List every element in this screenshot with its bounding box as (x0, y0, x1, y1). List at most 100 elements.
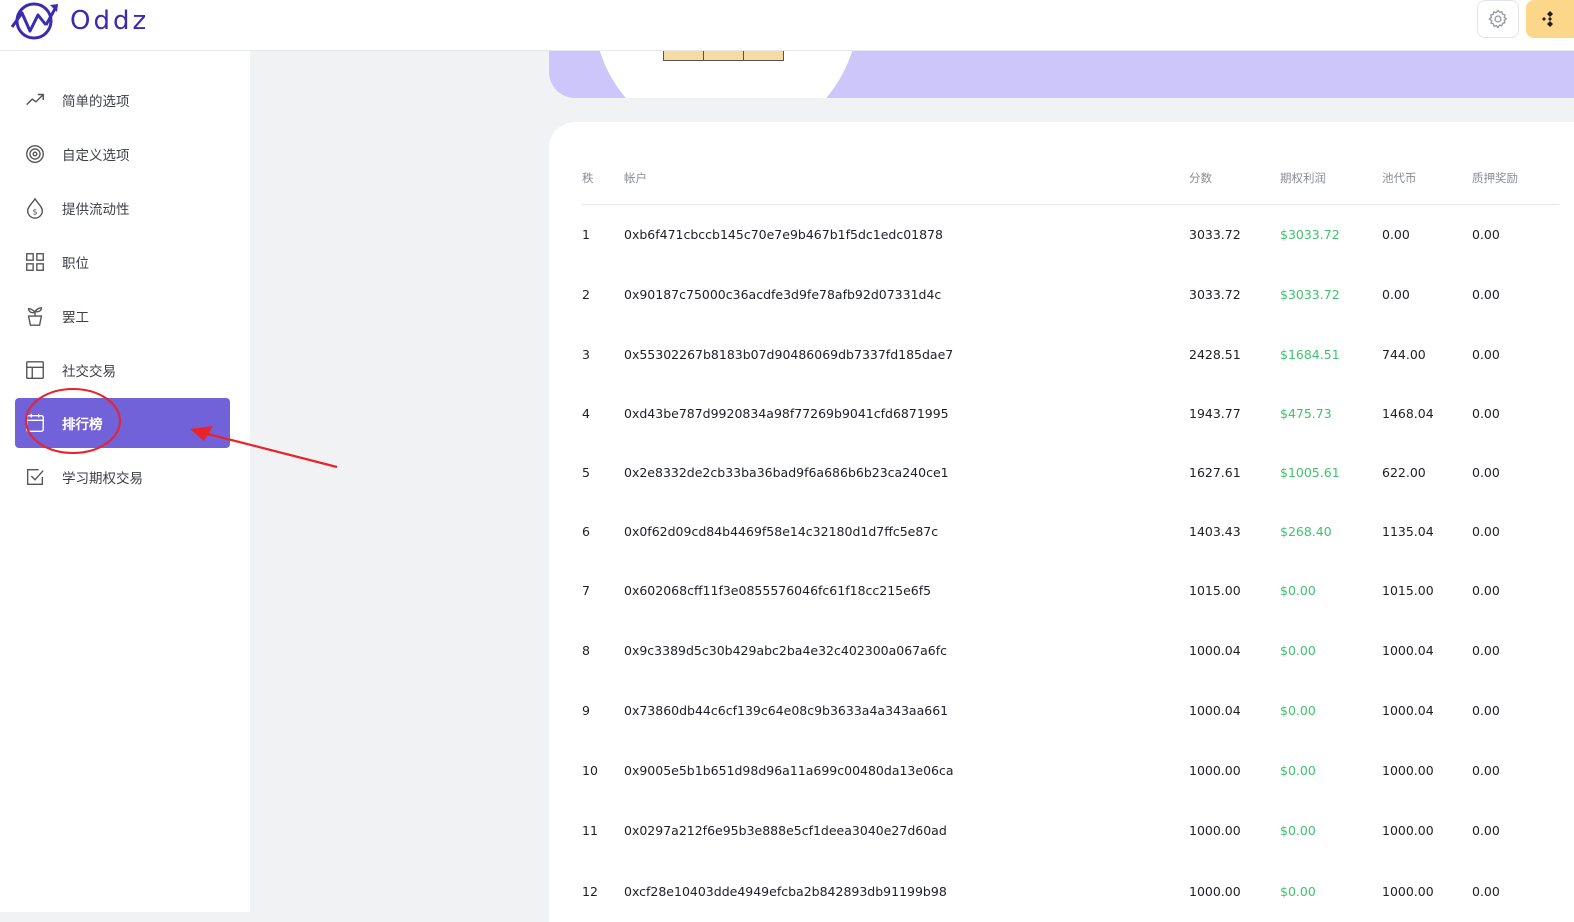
cell-stake-reward: 0.00 (1472, 884, 1500, 899)
cell-score: 1943.77 (1189, 406, 1241, 421)
cell-stake-reward: 0.00 (1472, 465, 1500, 480)
cell-option-profit: $0.00 (1280, 703, 1316, 718)
cell-stake-reward: 0.00 (1472, 823, 1500, 838)
sidebar-item-label: 排行榜 (62, 417, 103, 433)
sidebar-item-strike[interactable]: 罢工 (15, 291, 230, 341)
cell-stake-reward: 0.00 (1472, 643, 1500, 658)
table-row: 10 0x9005e5b1b651d98d96a11a699c00480da13e… (582, 763, 1559, 783)
sidebar-item-positions[interactable]: 职位 (15, 237, 230, 287)
cell-rank: 12 (582, 884, 598, 899)
cell-option-profit: $0.00 (1280, 823, 1316, 838)
oddz-logo[interactable]: Oddz (10, 0, 149, 42)
cell-score: 1627.61 (1189, 465, 1241, 480)
target-icon (24, 143, 46, 165)
cell-pool-token: 1000.00 (1382, 823, 1434, 838)
cell-rank: 5 (582, 465, 590, 480)
table-row: 5 0x2e8332de2cb33ba36bad9f6a686b6b23ca240… (582, 465, 1559, 485)
sidebar-item-label: 社交交易 (62, 364, 116, 380)
cell-pool-token: 1000.00 (1382, 763, 1434, 778)
column-score: 分数 (1189, 171, 1212, 185)
cell-option-profit: $0.00 (1280, 884, 1316, 899)
column-account: 帐户 (624, 171, 647, 185)
top-header: Oddz (0, 0, 1574, 51)
cell-rank: 10 (582, 763, 598, 778)
cell-pool-token: 1015.00 (1382, 583, 1434, 598)
table-row: 6 0x0f62d09cd84b4469f58e14c32180d1d7ffc5e… (582, 524, 1559, 544)
column-option-profit: 期权利润 (1280, 171, 1326, 185)
gear-icon (1488, 9, 1508, 29)
cell-pool-token: 622.00 (1382, 465, 1426, 480)
sidebar-item-learn-options[interactable]: 学习期权交易 (15, 452, 230, 502)
settings-button[interactable] (1477, 0, 1519, 38)
layout-icon (24, 359, 46, 381)
plant-pot-icon (24, 305, 46, 327)
table-row: 2 0x90187c75000c36acdfe3d9fe78afb92d07331… (582, 287, 1559, 307)
svg-text:$: $ (32, 206, 37, 216)
cell-stake-reward: 0.00 (1472, 406, 1500, 421)
cell-rank: 1 (582, 227, 590, 242)
cell-score: 1000.04 (1189, 643, 1241, 658)
column-pool-token: 池代币 (1382, 171, 1417, 185)
cell-option-profit: $1684.51 (1280, 347, 1340, 362)
table-row: 9 0x73860db44c6cf139c64e08c9b3633a4a343aa… (582, 703, 1559, 723)
cell-option-profit: $268.40 (1280, 524, 1332, 539)
brand-name: Oddz (70, 6, 150, 36)
cell-rank: 3 (582, 347, 590, 362)
cell-account[interactable]: 0x0297a212f6e95b3e888e5cf1deea3040e27d60… (624, 823, 947, 838)
cell-account[interactable]: 0x73860db44c6cf139c64e08c9b3633a4a343aa6… (624, 703, 948, 718)
dollar-drop-icon: $ (24, 197, 46, 219)
sidebar-item-label: 职位 (62, 256, 89, 272)
calendar-icon (24, 412, 46, 434)
cell-option-profit: $3033.72 (1280, 227, 1340, 242)
cell-stake-reward: 0.00 (1472, 227, 1500, 242)
cell-account[interactable]: 0x0f62d09cd84b4469f58e14c32180d1d7ffc5e8… (624, 524, 938, 539)
cell-account[interactable]: 0x9005e5b1b651d98d96a11a699c00480da13e06… (624, 763, 954, 778)
cell-stake-reward: 0.00 (1472, 583, 1500, 598)
sidebar-item-provide-liquidity[interactable]: $ 提供流动性 (15, 183, 230, 233)
table-row: 1 0xb6f471cbccb145c70e7e9b467b1f5dc1edc01… (582, 227, 1559, 247)
cell-pool-token: 1000.04 (1382, 703, 1434, 718)
column-stake-reward: 质押奖励 (1472, 171, 1518, 185)
sidebar-item-simple-options[interactable]: 简单的选项 (15, 75, 230, 125)
table-row: 7 0x602068cff11f3e0855576046fc61f18cc215e… (582, 583, 1559, 603)
cell-account[interactable]: 0x2e8332de2cb33ba36bad9f6a686b6b23ca240c… (624, 465, 949, 480)
table-row: 8 0x9c3389d5c30b429abc2ba4e32c402300a067a… (582, 643, 1559, 663)
cell-option-profit: $0.00 (1280, 643, 1316, 658)
cell-account[interactable]: 0xd43be787d9920834a98f77269b9041cfd68719… (624, 406, 949, 421)
banner (549, 50, 1574, 98)
cell-account[interactable]: 0x9c3389d5c30b429abc2ba4e32c402300a067a6… (624, 643, 947, 658)
binance-icon (1542, 11, 1553, 27)
table-row: 4 0xd43be787d9920834a98f77269b9041cfd6871… (582, 406, 1559, 426)
table-row: 12 0xcf28e10403dde4949efcba2b842893db9119… (582, 884, 1559, 904)
cell-score: 1000.00 (1189, 823, 1241, 838)
leaderboard-card: 秩 帐户 分数 期权利润 池代币 质押奖励 1 0xb6f471cbccb145c… (549, 122, 1574, 922)
cell-pool-token: 1135.04 (1382, 524, 1434, 539)
sidebar-item-leaderboard[interactable]: 排行榜 (15, 398, 230, 448)
oddz-logo-icon (10, 2, 58, 40)
sidebar-item-social-trading[interactable]: 社交交易 (15, 345, 230, 395)
cell-score: 3033.72 (1189, 287, 1241, 302)
cell-rank: 4 (582, 406, 590, 421)
wallet-button[interactable] (1526, 0, 1574, 38)
cell-account[interactable]: 0xcf28e10403dde4949efcba2b842893db91199b… (624, 884, 947, 899)
cell-rank: 2 (582, 287, 590, 302)
cell-option-profit: $0.00 (1280, 763, 1316, 778)
table-row: 11 0x0297a212f6e95b3e888e5cf1deea3040e27d… (582, 823, 1559, 843)
cell-score: 1000.00 (1189, 763, 1241, 778)
cell-score: 2428.51 (1189, 347, 1241, 362)
cell-pool-token: 1000.00 (1382, 884, 1434, 899)
cell-rank: 8 (582, 643, 590, 658)
sidebar-item-label: 学习期权交易 (62, 471, 143, 487)
sidebar-item-label: 罢工 (62, 310, 89, 326)
cell-account[interactable]: 0x55302267b8183b07d90486069db7337fd185da… (624, 347, 953, 362)
sidebar-item-label: 简单的选项 (62, 94, 130, 110)
cell-option-profit: $1005.61 (1280, 465, 1340, 480)
cell-stake-reward: 0.00 (1472, 524, 1500, 539)
cell-account[interactable]: 0xb6f471cbccb145c70e7e9b467b1f5dc1edc018… (624, 227, 943, 242)
cell-stake-reward: 0.00 (1472, 347, 1500, 362)
sidebar-item-custom-options[interactable]: 自定义选项 (15, 129, 230, 179)
cell-account[interactable]: 0x90187c75000c36acdfe3d9fe78afb92d07331d… (624, 287, 941, 302)
table-header: 秩 帐户 分数 期权利润 池代币 质押奖励 (582, 166, 1559, 205)
cell-account[interactable]: 0x602068cff11f3e0855576046fc61f18cc215e6… (624, 583, 931, 598)
cell-pool-token: 744.00 (1382, 347, 1426, 362)
